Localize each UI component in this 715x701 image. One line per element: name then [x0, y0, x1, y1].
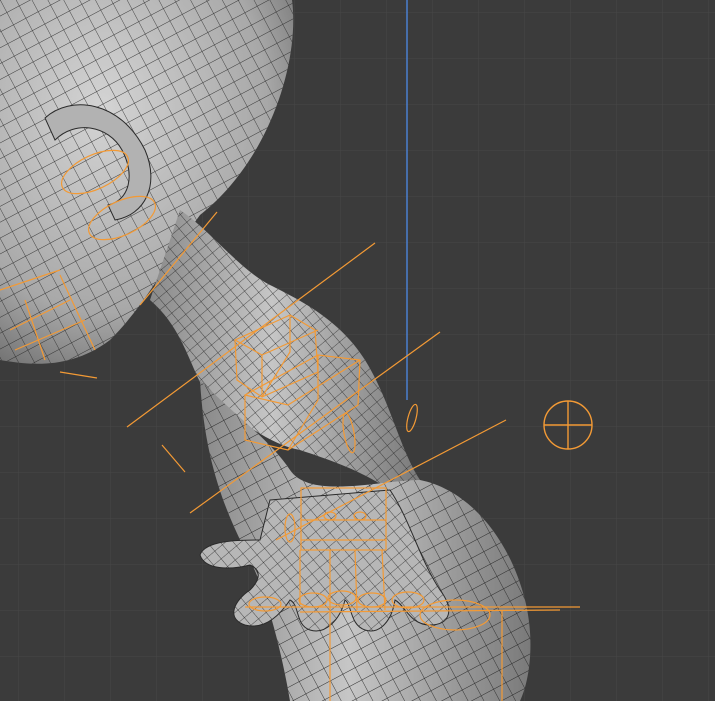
viewport-canvas[interactable]	[0, 0, 715, 701]
empty-object[interactable]	[543, 400, 593, 450]
3d-viewport[interactable]	[0, 0, 715, 701]
